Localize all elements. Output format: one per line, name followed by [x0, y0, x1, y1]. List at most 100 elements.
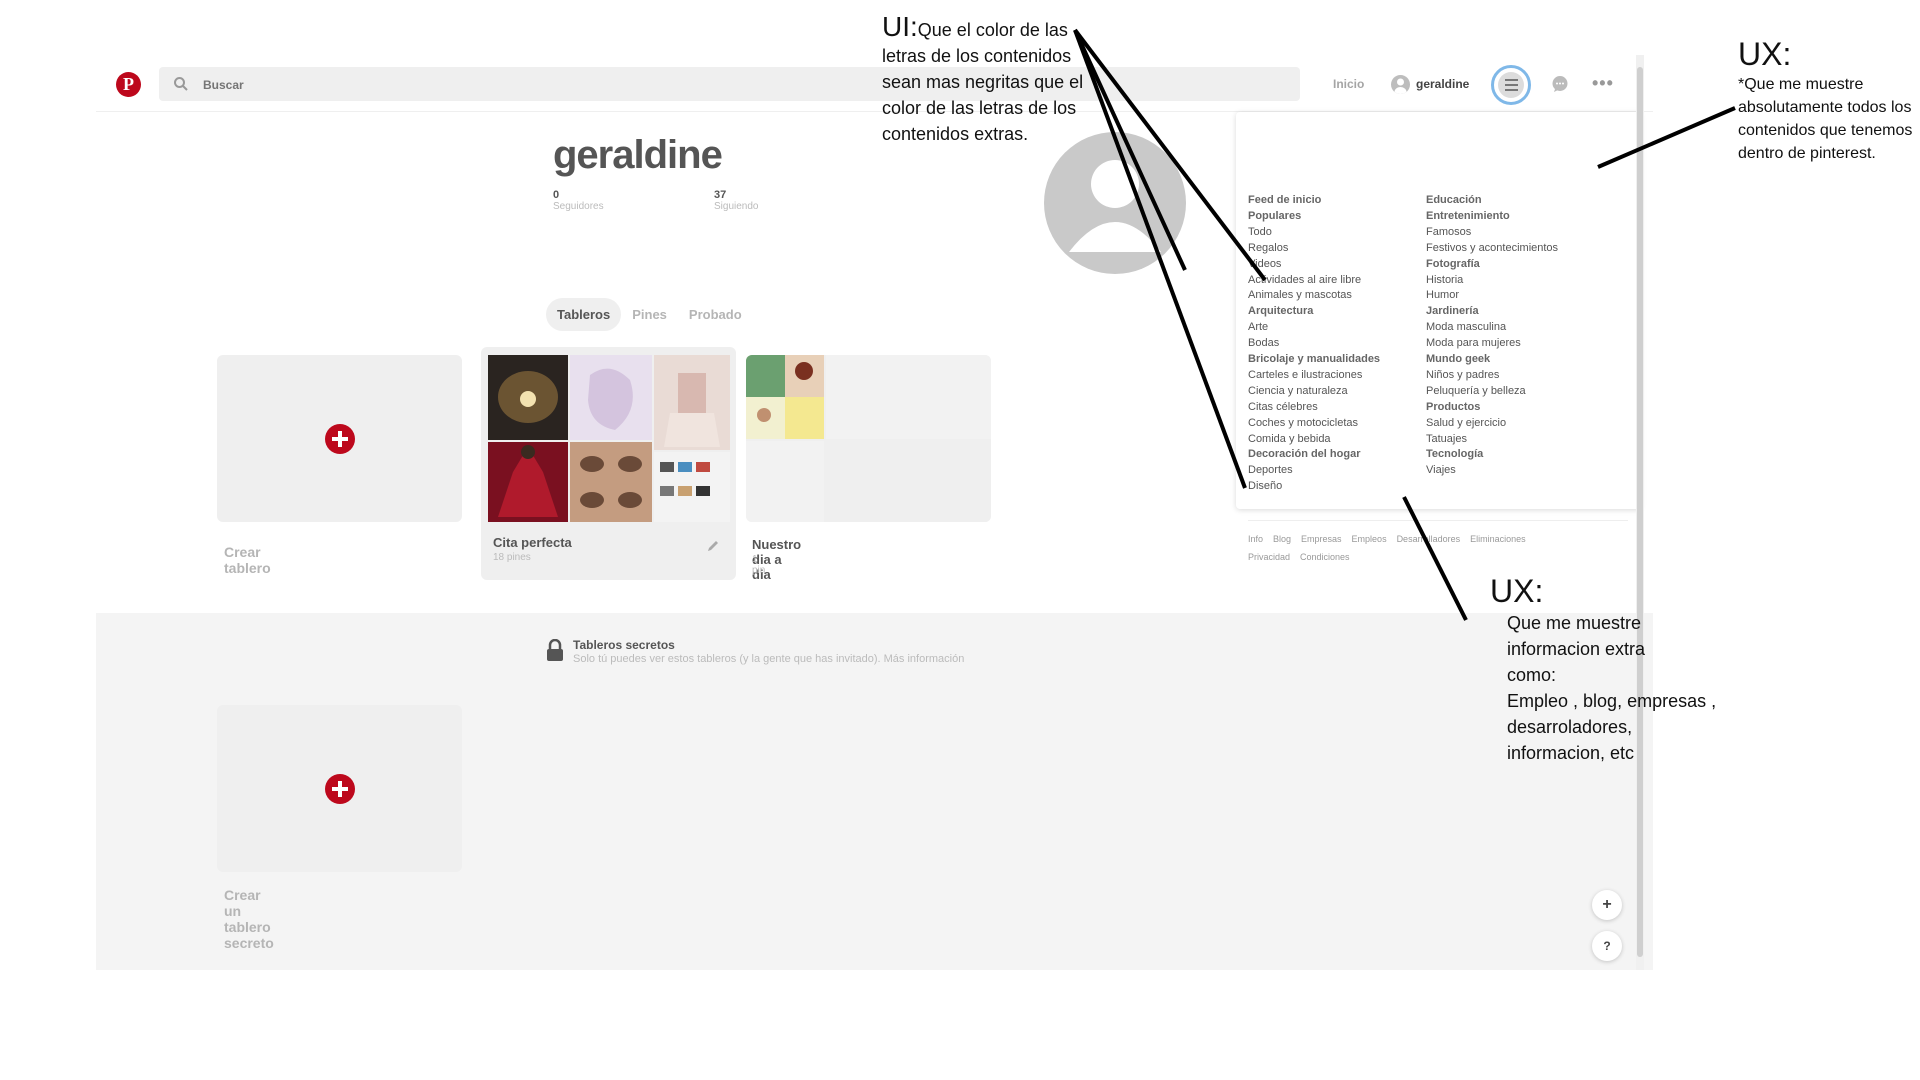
- menu-category-item[interactable]: Todo: [1248, 226, 1272, 238]
- annotation-ux-1-heading: UX:: [1738, 36, 1792, 72]
- menu-category-item[interactable]: Humor: [1426, 289, 1459, 301]
- menu-category-item[interactable]: Feed de inicio: [1248, 194, 1321, 206]
- menu-footer-links: Info Blog Empresas Empleos Desarrolladores El…: [1248, 520, 1628, 565]
- footer-link-empleos[interactable]: Empleos: [1352, 534, 1387, 544]
- scrollbar-thumb[interactable]: [1637, 67, 1643, 957]
- annotation-ux-2: UX: Que me muestre informacion extra com…: [1490, 573, 1750, 766]
- board-cita-perfecta[interactable]: Cita perfecta 18 pines: [481, 347, 736, 580]
- menu-category-item[interactable]: Bodas: [1248, 337, 1279, 349]
- hamburger-icon: [1498, 72, 1524, 98]
- menu-category-item[interactable]: Ciencia y naturaleza: [1248, 385, 1348, 397]
- menu-category-item[interactable]: Coches y motocicletas: [1248, 417, 1358, 429]
- board-image: [570, 355, 652, 440]
- menu-category-item[interactable]: Regalos: [1248, 242, 1288, 254]
- menu-category-item[interactable]: Viajes: [1426, 464, 1456, 476]
- footer-link-condiciones[interactable]: Condiciones: [1300, 552, 1350, 562]
- menu-category-item[interactable]: Festivos y acontecimientos: [1426, 242, 1558, 254]
- menu-category-item[interactable]: Moda para mujeres: [1426, 337, 1521, 349]
- menu-category-item[interactable]: Videos: [1248, 258, 1281, 270]
- search-bar[interactable]: [159, 67, 1300, 103]
- menu-category-item[interactable]: Peluquería y belleza: [1426, 385, 1526, 397]
- add-plus-icon: [325, 424, 355, 454]
- menu-category-item[interactable]: Arte: [1248, 321, 1268, 333]
- tab-pines[interactable]: Pines: [621, 298, 678, 331]
- help-button[interactable]: ?: [1592, 931, 1622, 961]
- create-secret-board-cover[interactable]: [217, 705, 462, 872]
- lock-icon: [547, 639, 563, 661]
- menu-category-item[interactable]: Deportes: [1248, 464, 1293, 476]
- board-image: [746, 355, 824, 439]
- menu-category-item[interactable]: Jardinería: [1426, 305, 1479, 317]
- menu-category-item[interactable]: Educación: [1426, 194, 1482, 206]
- profile-avatar[interactable]: [1044, 132, 1186, 274]
- menu-category-item[interactable]: Diseño: [1248, 480, 1282, 492]
- board-image: [488, 442, 568, 522]
- menu-category-item[interactable]: Famosos: [1426, 226, 1471, 238]
- board-title[interactable]: Cita perfecta: [493, 535, 572, 550]
- menu-category-item[interactable]: Historia: [1426, 274, 1463, 286]
- board-image: [654, 452, 730, 522]
- secret-boards-section: Tableros secretos Solo tú puedes ver est…: [96, 613, 1653, 970]
- footer-link-privacidad[interactable]: Privacidad: [1248, 552, 1290, 562]
- annotation-ui: UI:Que el color de las letras de los con…: [882, 11, 1102, 147]
- menu-category-item[interactable]: Decoración del hogar: [1248, 448, 1360, 460]
- menu-category-item[interactable]: Citas célebres: [1248, 401, 1318, 413]
- pinterest-logo-icon[interactable]: P: [116, 72, 141, 97]
- annotation-ui-heading: UI:: [882, 11, 918, 42]
- menu-category-item[interactable]: Populares: [1248, 210, 1301, 222]
- nav-username: geraldine: [1416, 77, 1470, 91]
- board-image: [570, 442, 652, 522]
- following-stat[interactable]: 37 Siguiendo: [714, 189, 758, 212]
- pinterest-app: P Inicio geraldine ••• geraldine 0 Segui…: [96, 55, 1653, 970]
- categories-dropdown: Info Blog Empresas Empleos Desarrolladores El…: [1236, 112, 1641, 562]
- nav-home-link[interactable]: Inicio: [1333, 77, 1364, 91]
- followers-stat[interactable]: 0 Seguidores: [553, 189, 604, 212]
- menu-category-item[interactable]: Tatuajes: [1426, 433, 1467, 445]
- menu-button[interactable]: [1491, 65, 1531, 105]
- annotation-ux-2-line: Que me muestre: [1507, 613, 1642, 633]
- annotation-ux-2-line: como:: [1507, 665, 1557, 685]
- footer-link-info[interactable]: Info: [1248, 534, 1263, 544]
- tab-tableros[interactable]: Tableros: [546, 298, 622, 331]
- footer-link-desarrolladores[interactable]: Desarrolladores: [1397, 534, 1461, 544]
- create-secret-board-label: Crear un tablero secreto: [224, 887, 274, 951]
- followers-count: 0: [553, 189, 560, 201]
- annotation-ux-2-line: informacion, etc: [1507, 743, 1635, 763]
- menu-category-item[interactable]: Moda masculina: [1426, 321, 1506, 333]
- following-label: Siguiendo: [714, 201, 759, 212]
- add-pin-button[interactable]: +: [1592, 890, 1622, 920]
- board-cover[interactable]: [746, 355, 991, 522]
- create-board-cover[interactable]: [217, 355, 462, 522]
- annotation-ux-1-text: *Que me muestre absolutamente todos los …: [1738, 76, 1913, 162]
- edit-pencil-icon[interactable]: [706, 539, 720, 553]
- menu-category-item[interactable]: Actividades al aire libre: [1248, 274, 1361, 286]
- board-pin-count: 1 pin: [752, 554, 766, 576]
- annotation-ux-2-line: Empleo , blog, empresas ,: [1507, 691, 1717, 711]
- nav-user-link[interactable]: geraldine: [1391, 70, 1469, 98]
- annotation-ux-1: UX: *Que me muestre absolutamente todos …: [1738, 36, 1918, 165]
- following-count: 37: [714, 189, 727, 201]
- footer-link-eliminaciones[interactable]: Eliminaciones: [1470, 534, 1526, 544]
- chat-bubble-icon[interactable]: [1551, 75, 1569, 93]
- menu-category-item[interactable]: Bricolaje y manualidades: [1248, 353, 1380, 365]
- menu-category-item[interactable]: Comida y bebida: [1248, 433, 1331, 445]
- footer-link-empresas[interactable]: Empresas: [1301, 534, 1342, 544]
- board-image: [488, 355, 568, 440]
- menu-category-item[interactable]: Tecnología: [1426, 448, 1483, 460]
- menu-category-item[interactable]: Entretenimiento: [1426, 210, 1510, 222]
- menu-category-item[interactable]: Arquitectura: [1248, 305, 1313, 317]
- menu-category-item[interactable]: Carteles e ilustraciones: [1248, 369, 1362, 381]
- profile-tabs: Tableros Pines Probado: [546, 298, 753, 331]
- profile-name: geraldine: [553, 133, 723, 177]
- more-options-button[interactable]: •••: [1592, 73, 1614, 94]
- menu-category-item[interactable]: Niños y padres: [1426, 369, 1499, 381]
- menu-category-item[interactable]: Animales y mascotas: [1248, 289, 1352, 301]
- menu-category-item[interactable]: Productos: [1426, 401, 1480, 413]
- footer-link-blog[interactable]: Blog: [1273, 534, 1291, 544]
- menu-category-item[interactable]: Mundo geek: [1426, 353, 1490, 365]
- tab-probado[interactable]: Probado: [678, 298, 753, 331]
- menu-category-item[interactable]: Fotografía: [1426, 258, 1480, 270]
- user-avatar-icon: [1391, 74, 1410, 94]
- create-board-label: Crear tablero: [224, 544, 271, 576]
- menu-category-item[interactable]: Salud y ejercicio: [1426, 417, 1506, 429]
